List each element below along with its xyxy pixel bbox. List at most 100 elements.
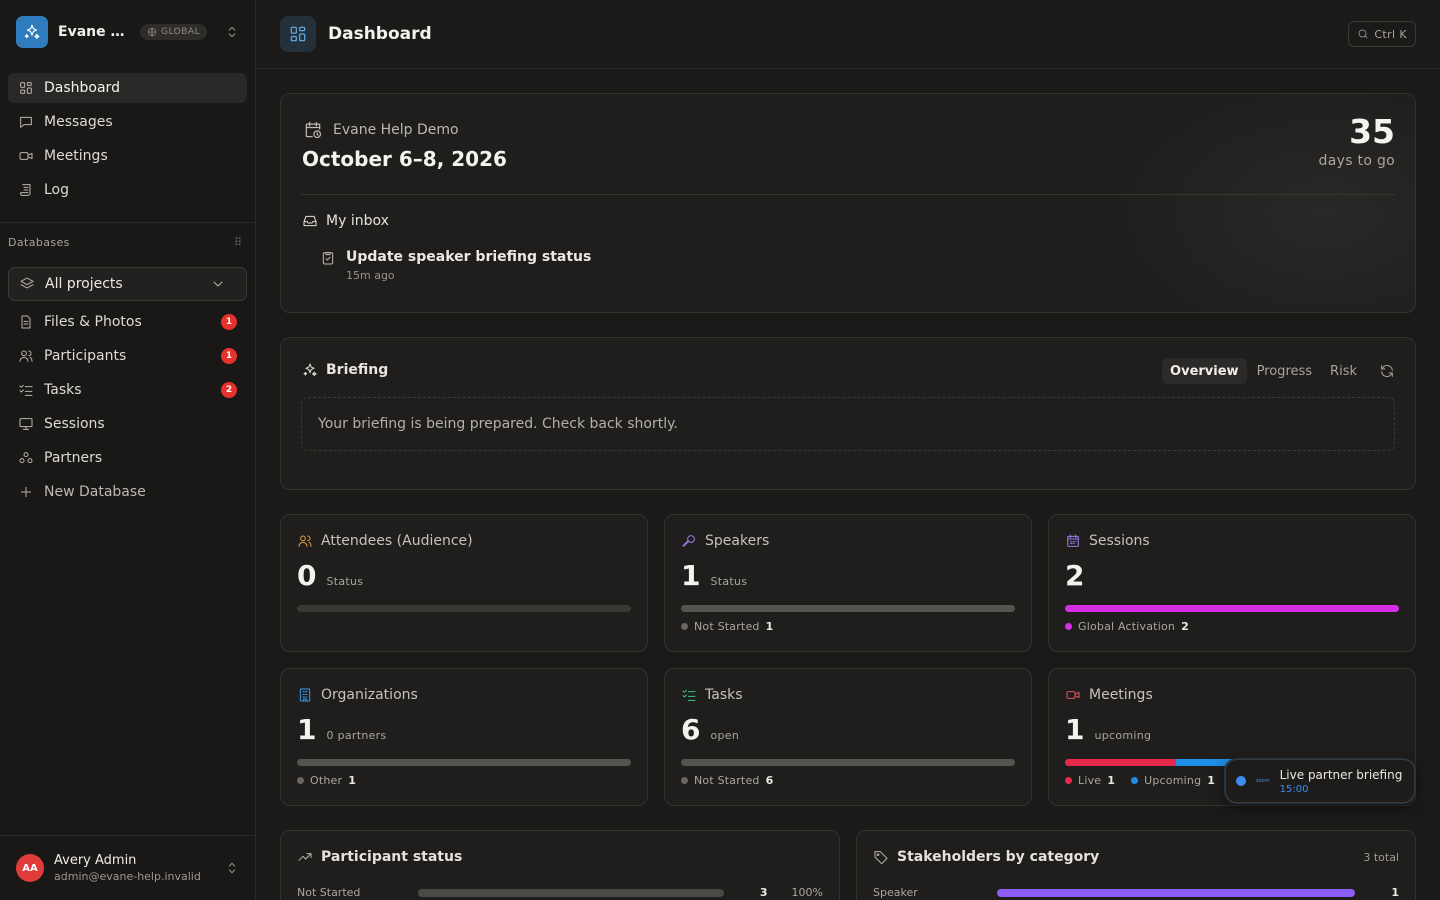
- stat-title: Sessions: [1089, 533, 1150, 549]
- status-row-bar: [417, 888, 724, 897]
- refresh-icon[interactable]: [1379, 363, 1395, 379]
- stat-bar: [297, 605, 631, 612]
- sidebar-item-files-photos[interactable]: Files & Photos 1: [8, 307, 247, 337]
- stat-title: Meetings: [1089, 687, 1153, 703]
- legend-dot: [1131, 777, 1139, 784]
- legend-count: 6: [765, 774, 774, 787]
- countdown: 35 days to go: [1319, 112, 1395, 169]
- legend-label: Upcoming: [1144, 774, 1202, 787]
- stat-card-organizations[interactable]: Organizations 1 0 partners Other 1: [280, 668, 648, 806]
- status-row-count: 3: [759, 886, 768, 899]
- status-row-label: Not Started: [297, 886, 361, 899]
- countdown-value: 35: [1349, 112, 1395, 151]
- briefing-tabs: Overview Progress Risk: [1162, 358, 1395, 384]
- stat-subtitle: 0 partners: [326, 729, 387, 742]
- live-indicator: [1236, 776, 1246, 786]
- tab-progress[interactable]: Progress: [1249, 358, 1320, 384]
- stat-subtitle: Status: [710, 575, 748, 588]
- event-name-label: Evane Help Demo: [333, 122, 459, 138]
- toast-time: 15:00: [1279, 783, 1309, 795]
- bar-segment: [1065, 605, 1399, 612]
- stakeholder-row-count: 1: [1391, 886, 1399, 899]
- stat-number: 1: [681, 559, 701, 592]
- stat-bar: [1065, 605, 1399, 612]
- project-select-value: All projects: [45, 276, 123, 292]
- databases-heading-label: Databases: [8, 236, 70, 249]
- bar-segment: [681, 605, 1015, 612]
- sidebar-item-label: Tasks: [44, 382, 82, 398]
- inbox-item-title: Update speaker briefing status: [346, 249, 592, 265]
- inbox-item[interactable]: Update speaker briefing status 15m ago: [320, 249, 591, 282]
- nav-item-log[interactable]: Log: [8, 175, 247, 205]
- stat-legend: Live 1 Upcoming 1: [1065, 774, 1239, 787]
- stakeholders-total: 3 total: [1363, 851, 1399, 864]
- stakeholder-row-bar: [997, 888, 1355, 897]
- dashboard-icon: [280, 16, 316, 52]
- bar-segment: [681, 759, 1015, 766]
- stat-heading: Meetings: [1065, 687, 1153, 703]
- legend-dot: [1065, 777, 1072, 784]
- tab-overview[interactable]: Overview: [1162, 358, 1247, 384]
- status-row-percent: 100%: [791, 886, 823, 899]
- video-icon: [18, 148, 34, 164]
- drag-handle-icon[interactable]: ⠿: [234, 236, 242, 249]
- project-select[interactable]: All projects: [8, 267, 247, 301]
- chevron-up-down-icon[interactable]: [224, 24, 240, 40]
- command-search-button[interactable]: Ctrl K: [1348, 21, 1416, 47]
- sidebar-item-partners[interactable]: Partners: [8, 443, 247, 473]
- legend-count: 1: [765, 620, 774, 633]
- stat-value: 1 upcoming: [1065, 713, 1151, 746]
- calendar-icon: [1065, 533, 1081, 549]
- briefing-title: Briefing: [326, 362, 389, 378]
- nav-item-dashboard[interactable]: Dashboard: [8, 73, 247, 103]
- file-icon: [18, 314, 34, 330]
- legend-count: 1: [348, 774, 357, 787]
- stat-card-sessions[interactable]: Sessions 2 Global Activation 2: [1048, 514, 1416, 652]
- top-bar: Dashboard Ctrl K: [256, 0, 1440, 69]
- legend-label: Not Started: [694, 774, 760, 787]
- workspace-switcher[interactable]: Evane Help Demo GLOBAL: [16, 16, 240, 48]
- stat-card-attendees[interactable]: Attendees (Audience) 0 Status: [280, 514, 648, 652]
- workspace-name: Evane Help Demo: [58, 24, 134, 40]
- inbox-heading-label: My inbox: [326, 213, 389, 229]
- sparkles-icon: [16, 16, 48, 48]
- event-name: Evane Help Demo: [303, 120, 459, 140]
- chevron-up-down-icon[interactable]: [224, 860, 240, 876]
- stat-title: Attendees (Audience): [321, 533, 473, 549]
- users-icon: [297, 533, 313, 549]
- participant-status-title: Participant status: [321, 849, 463, 865]
- sidebar-item-tasks[interactable]: Tasks 2: [8, 375, 247, 405]
- stat-heading: Speakers: [681, 533, 769, 549]
- page-title: Dashboard: [328, 24, 432, 44]
- video-icon: [1065, 687, 1081, 703]
- clipboard-check-icon: [320, 250, 336, 266]
- databases-heading: Databases ⠿: [8, 236, 242, 249]
- divider: [301, 194, 1395, 195]
- new-database-button[interactable]: New Database: [8, 477, 247, 507]
- legend-count: 1: [1107, 774, 1116, 787]
- legend-label: Global Activation: [1078, 620, 1176, 633]
- zoom-logo: zoom: [1256, 778, 1270, 784]
- legend-dot: [1065, 623, 1072, 630]
- user-menu[interactable]: AA Avery Admin admin@evane-help.invalid: [16, 852, 240, 884]
- sidebar-item-label: Participants: [44, 348, 127, 364]
- stat-number: 2: [1065, 559, 1085, 592]
- user-email: admin@evane-help.invalid: [54, 870, 201, 883]
- stat-card-tasks[interactable]: Tasks 6 open Not Started 6: [664, 668, 1032, 806]
- stat-card-speakers[interactable]: Speakers 1 Status Not Started 1: [664, 514, 1032, 652]
- users-icon: [18, 348, 34, 364]
- sidebar-item-sessions[interactable]: Sessions: [8, 409, 247, 439]
- live-meeting-toast[interactable]: zoom Live partner briefing 15:00: [1225, 759, 1415, 803]
- sidebar-item-participants[interactable]: Participants 1: [8, 341, 247, 371]
- stat-value: 0 Status: [297, 559, 363, 592]
- checklist-icon: [681, 687, 697, 703]
- stat-bar: [681, 605, 1015, 612]
- stakeholders-card: Stakeholders by category 3 total Speaker…: [856, 830, 1416, 900]
- nav-item-messages[interactable]: Messages: [8, 107, 247, 137]
- stakeholder-row-label: Speaker: [873, 886, 918, 899]
- nav-item-meetings[interactable]: Meetings: [8, 141, 247, 171]
- sidebar-item-label: Sessions: [44, 416, 105, 432]
- stat-heading: Organizations: [297, 687, 418, 703]
- tab-risk[interactable]: Risk: [1322, 358, 1365, 384]
- stat-legend: Other 1: [297, 774, 356, 787]
